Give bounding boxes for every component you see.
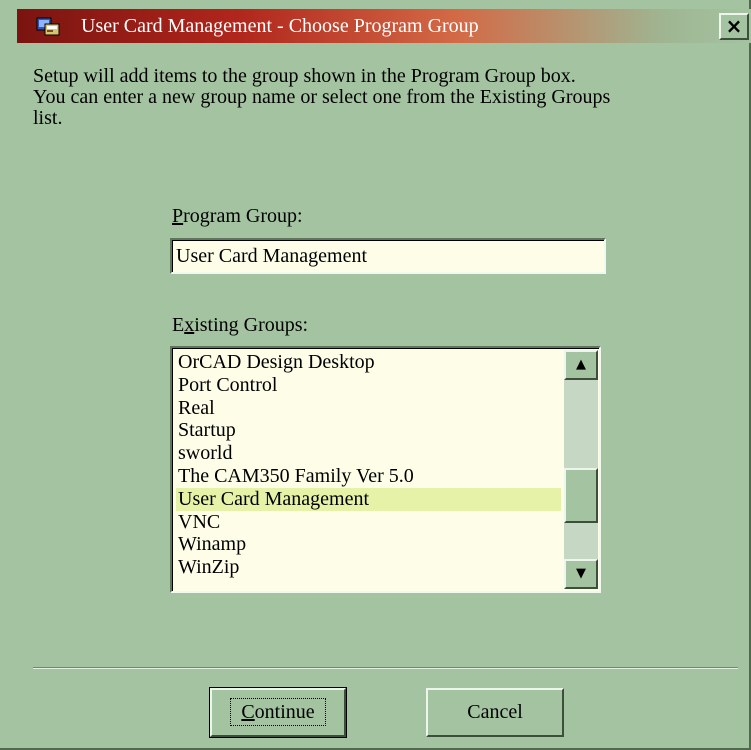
setup-app-icon (36, 17, 60, 36)
program-group-label-accel: P (172, 205, 184, 227)
scroll-thumb[interactable] (564, 468, 598, 523)
arrow-down-icon: ▼ (576, 566, 586, 581)
arrow-up-icon: ▲ (576, 357, 586, 372)
list-item[interactable]: sworld (176, 442, 561, 465)
existing-groups-label-pre: E (172, 314, 185, 336)
program-group-label: Program Group: (172, 205, 303, 227)
cancel-button[interactable]: Cancel (426, 688, 564, 737)
existing-groups-label-accel: x (184, 314, 195, 336)
list-item[interactable]: WinZip (176, 556, 561, 579)
list-item[interactable]: VNC (176, 511, 561, 534)
existing-groups-label-rest: isting Groups: (194, 314, 309, 336)
list-scrollbar[interactable]: ▲ ▼ (564, 350, 598, 589)
continue-rest: ontinue (254, 701, 315, 723)
intro-text: Setup will add items to the group shown … (33, 65, 611, 129)
window-title: User Card Management - Choose Program Gr… (81, 15, 479, 37)
existing-groups-list: OrCAD Design Desktop Port Control Real S… (176, 351, 561, 579)
footer-divider (33, 667, 738, 669)
setup-dialog: User Card Management - Choose Program Gr… (0, 0, 751, 750)
list-item[interactable]: Real (176, 397, 561, 420)
list-item[interactable]: Port Control (176, 374, 561, 397)
list-item[interactable]: OrCAD Design Desktop (176, 351, 561, 374)
title-bar[interactable]: User Card Management - Choose Program Gr… (17, 9, 751, 43)
list-item[interactable]: Winamp (176, 533, 561, 556)
continue-accel: C (241, 701, 255, 723)
program-group-input[interactable] (170, 238, 606, 274)
scroll-down-button[interactable]: ▼ (564, 559, 598, 589)
list-item[interactable]: The CAM350 Family Ver 5.0 (176, 465, 561, 488)
continue-button-label: Continue (230, 698, 326, 726)
existing-groups-label: Existing Groups: (172, 314, 308, 336)
continue-button[interactable]: Continue (209, 687, 347, 738)
program-group-label-rest: rogram Group: (183, 205, 303, 227)
scroll-up-button[interactable]: ▲ (564, 350, 598, 380)
list-item[interactable]: Startup (176, 419, 561, 442)
list-item[interactable]: User Card Management (176, 487, 561, 511)
existing-groups-listbox[interactable]: OrCAD Design Desktop Port Control Real S… (170, 346, 601, 593)
close-button[interactable]: × (719, 13, 749, 40)
